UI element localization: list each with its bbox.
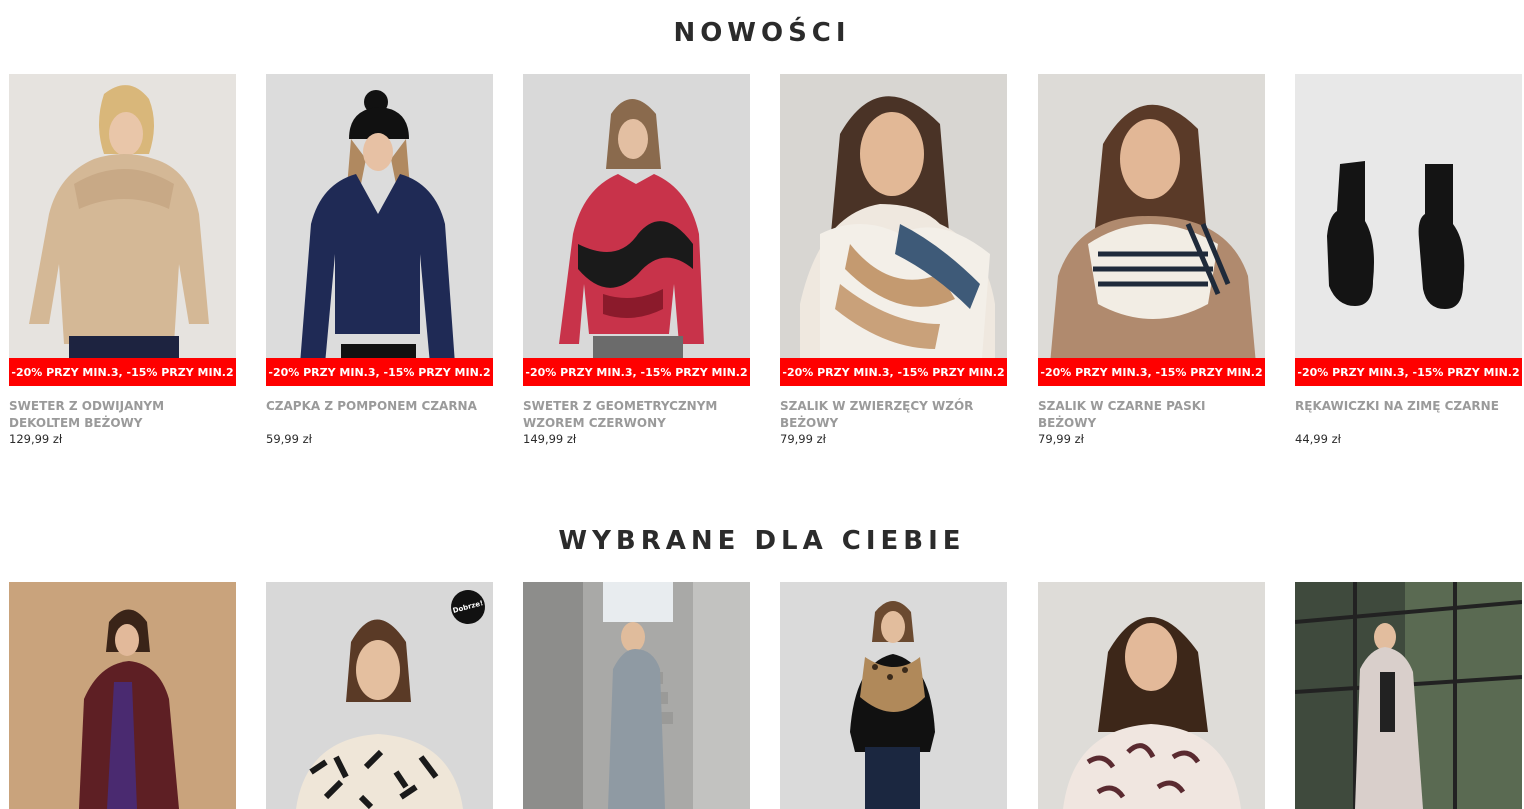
product-name[interactable]: RĘKAWICZKI NA ZIMĘ CZARNE — [1295, 398, 1522, 432]
product-grid-new: -20% PRZY MIN.3, -15% PRZY MIN.2 SWETER … — [9, 74, 1522, 574]
product-name[interactable]: SZALIK W CZARNE PASKI BEŻOWY — [1038, 398, 1265, 432]
product-name[interactable]: SWETER Z GEOMETRYCZNYM WZOREM CZERWONY — [523, 398, 750, 432]
product-name[interactable]: CZAPKA Z POMPONEM CZARNA — [266, 398, 493, 432]
product-price: 59,99 zł — [266, 432, 312, 446]
product-name[interactable]: SWETER Z ODWIJANYM DEKOLTEM BEŻOWY — [9, 398, 236, 432]
product-card[interactable] — [1038, 582, 1265, 809]
product-card[interactable] — [9, 582, 236, 809]
promo-badge: -20% PRZY MIN.3, -15% PRZY MIN.2 — [523, 358, 750, 386]
product-card[interactable]: -20% PRZY MIN.3, -15% PRZY MIN.2 SZALIK … — [780, 74, 1007, 446]
promo-badge: -20% PRZY MIN.3, -15% PRZY MIN.2 — [780, 358, 1007, 386]
section-title-picked: WYBRANE DLA CIEBIE — [558, 526, 966, 556]
product-name[interactable]: SZALIK W ZWIERZĘCY WZÓR BEŻOWY — [780, 398, 1007, 432]
product-card[interactable]: -20% PRZY MIN.3, -15% PRZY MIN.2 SZALIK … — [1038, 74, 1265, 446]
product-card[interactable]: -20% PRZY MIN.3, -15% PRZY MIN.2 SWETER … — [523, 74, 750, 446]
promo-badge: -20% PRZY MIN.3, -15% PRZY MIN.2 — [9, 358, 236, 386]
product-image[interactable] — [9, 582, 236, 809]
product-image[interactable]: -20% PRZY MIN.3, -15% PRZY MIN.2 — [1295, 74, 1522, 386]
promo-badge: -20% PRZY MIN.3, -15% PRZY MIN.2 — [1295, 358, 1522, 386]
product-image[interactable] — [1295, 582, 1522, 809]
product-image[interactable] — [1038, 582, 1265, 809]
product-card[interactable] — [523, 582, 750, 809]
product-price: 149,99 zł — [523, 432, 577, 446]
product-price: 44,99 zł — [1295, 432, 1341, 446]
product-image[interactable] — [780, 582, 1007, 809]
product-image[interactable]: -20% PRZY MIN.3, -15% PRZY MIN.2 — [266, 74, 493, 386]
product-price: 79,99 zł — [1038, 432, 1084, 446]
product-card[interactable]: -20% PRZY MIN.3, -15% PRZY MIN.2 RĘKAWIC… — [1295, 74, 1522, 446]
product-card[interactable] — [780, 582, 1007, 809]
product-card[interactable]: -20% PRZY MIN.3, -15% PRZY MIN.2 CZAPKA … — [266, 74, 493, 446]
product-card[interactable]: Dobrze! — [266, 582, 493, 809]
product-image[interactable]: -20% PRZY MIN.3, -15% PRZY MIN.2 — [523, 74, 750, 386]
product-card[interactable] — [1295, 582, 1522, 809]
product-card[interactable]: -20% PRZY MIN.3, -15% PRZY MIN.2 SWETER … — [9, 74, 236, 446]
promo-badge: -20% PRZY MIN.3, -15% PRZY MIN.2 — [1038, 358, 1265, 386]
promo-badge: -20% PRZY MIN.3, -15% PRZY MIN.2 — [266, 358, 493, 386]
product-image[interactable]: -20% PRZY MIN.3, -15% PRZY MIN.2 — [1038, 74, 1265, 386]
product-image[interactable] — [523, 582, 750, 809]
product-price: 129,99 zł — [9, 432, 63, 446]
section-title-new: NOWOŚCI — [673, 18, 851, 48]
product-grid-picked: Dobrze! — [9, 582, 1522, 809]
product-image[interactable]: -20% PRZY MIN.3, -15% PRZY MIN.2 — [9, 74, 236, 386]
product-price: 79,99 zł — [780, 432, 826, 446]
product-image[interactable]: -20% PRZY MIN.3, -15% PRZY MIN.2 — [780, 74, 1007, 386]
product-image[interactable]: Dobrze! — [266, 582, 493, 809]
